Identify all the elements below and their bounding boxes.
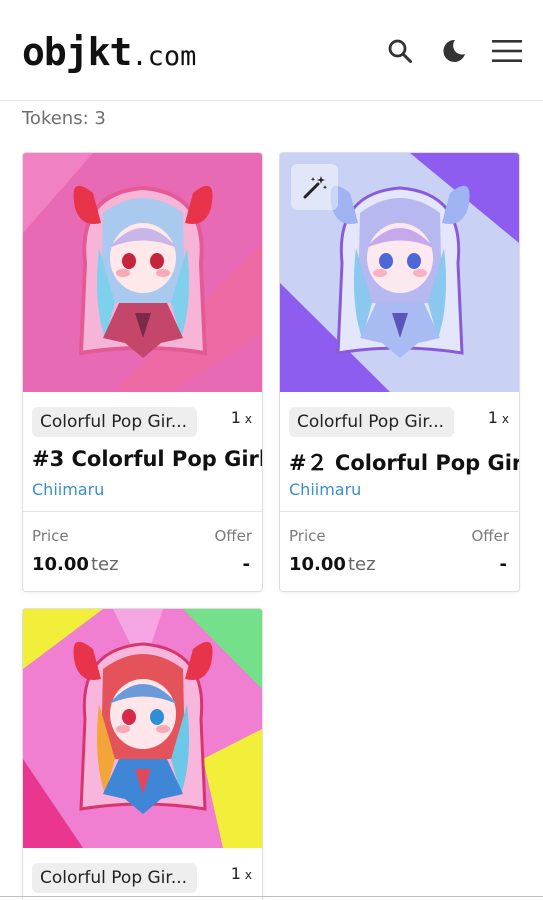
offer-value: -	[242, 554, 250, 575]
token-artwork[interactable]	[23, 153, 262, 392]
collection-chip[interactable]: Colorful Pop Gir...	[32, 407, 197, 437]
offer-label: Offer	[214, 527, 252, 545]
edition-quantity: 1x	[230, 864, 252, 883]
tokens-count: Tokens: 3	[22, 108, 106, 129]
viewport-bottom-edge	[0, 896, 543, 897]
token-artwork[interactable]	[280, 153, 519, 392]
artist-link[interactable]: Chiimaru	[32, 480, 104, 499]
token-card[interactable]: Colorful Pop Gir... 1x #3 Colorful Pop G…	[22, 152, 263, 592]
price-label: Price	[32, 527, 69, 545]
card-divider	[280, 511, 519, 512]
price-value: 10.00 tez	[289, 554, 376, 575]
token-card[interactable]: Colorful Pop Gir... 1x #２ Colorful Pop G…	[279, 152, 520, 592]
offer-value: -	[499, 554, 507, 575]
site-logo[interactable]: objkt.com	[22, 30, 196, 74]
top-navbar: objkt.com	[0, 0, 543, 101]
token-title[interactable]: #3 Colorful Pop Girl	[32, 447, 262, 471]
magic-wand-icon	[291, 164, 338, 210]
token-artwork[interactable]	[23, 609, 262, 848]
edition-quantity: 1x	[487, 408, 509, 427]
offer-label: Offer	[471, 527, 509, 545]
token-card[interactable]: Colorful Pop Gir... 1x	[22, 608, 263, 900]
edition-quantity: 1x	[230, 408, 252, 427]
token-title[interactable]: #２ Colorful Pop Girl	[289, 447, 519, 477]
search-icon[interactable]	[385, 36, 415, 66]
price-label: Price	[289, 527, 326, 545]
artist-link[interactable]: Chiimaru	[289, 480, 361, 499]
collection-chip[interactable]: Colorful Pop Gir...	[289, 407, 454, 437]
moon-icon[interactable]	[439, 36, 469, 66]
collection-chip[interactable]: Colorful Pop Gir...	[32, 863, 197, 893]
menu-icon[interactable]	[491, 36, 523, 66]
card-divider	[23, 511, 262, 512]
price-value: 10.00 tez	[32, 554, 119, 575]
